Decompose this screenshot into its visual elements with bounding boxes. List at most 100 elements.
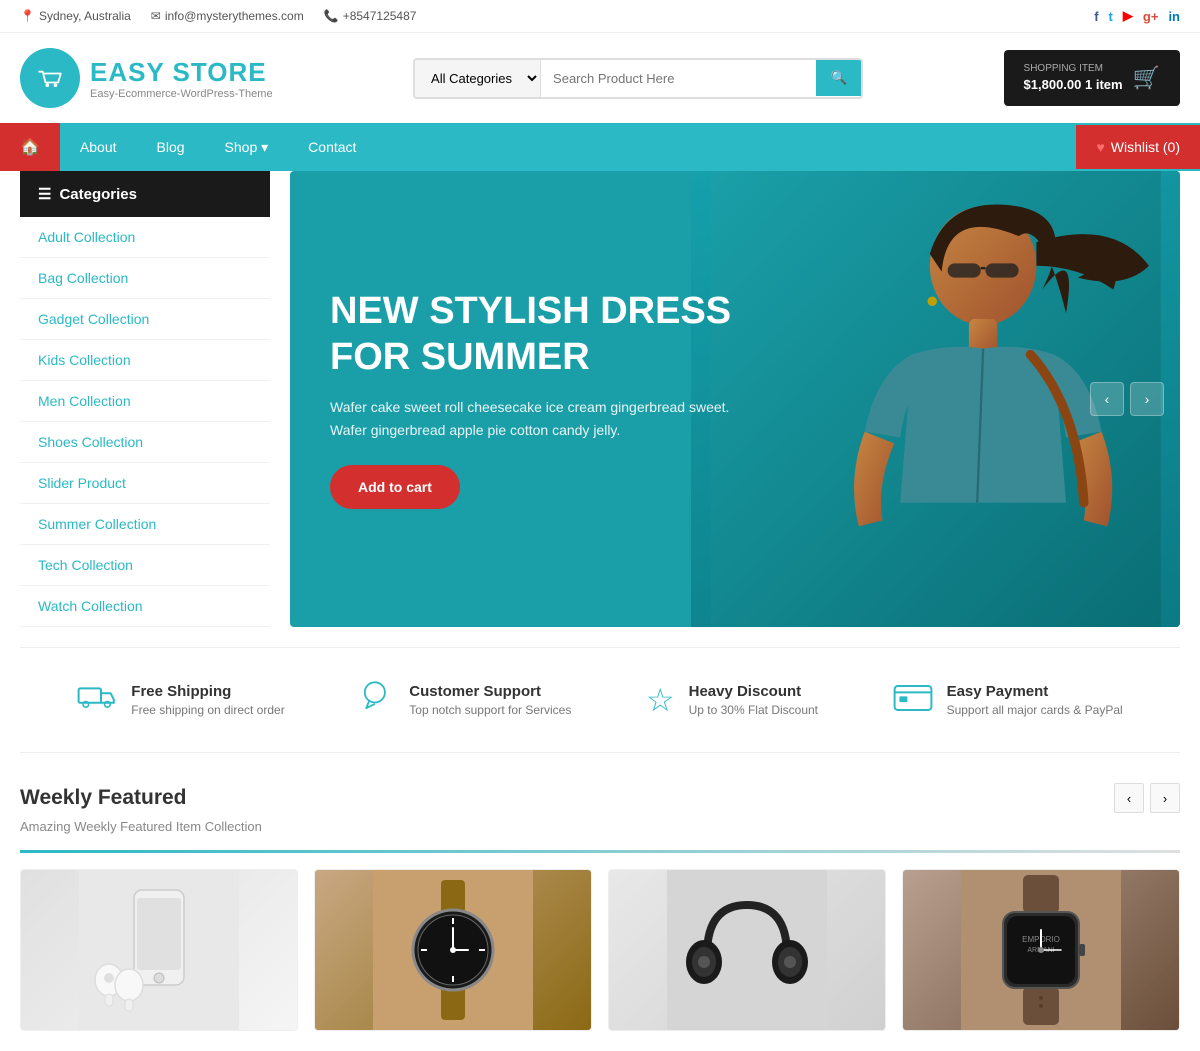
heart-icon: ♥ (1096, 139, 1104, 155)
youtube-link[interactable]: ▶ (1123, 8, 1133, 24)
feature-desc-support: Top notch support for Services (409, 703, 571, 717)
location-text: Sydney, Australia (39, 9, 131, 23)
search-bar: All Categories 🔍 (413, 58, 863, 99)
cart-info: SHOPPING ITEM $1,800.00 1 item (1024, 62, 1123, 94)
feature-desc-discount: Up to 30% Flat Discount (689, 703, 818, 717)
home-icon: 🏠 (20, 139, 40, 156)
main-nav: 🏠 About Blog Shop ▾ Contact ♥ Wishlist (… (0, 123, 1200, 171)
nav-blog[interactable]: Blog (137, 125, 205, 169)
wishlist-label: Wishlist (0) (1111, 139, 1180, 155)
email-icon: ✉ (151, 9, 161, 23)
logo-name: EASY STORE (90, 57, 273, 88)
hero-description: Wafer cake sweet roll cheesecake ice cre… (330, 396, 740, 441)
sidebar-link-gadget[interactable]: Gadget Collection (20, 299, 270, 339)
free-shipping-text: Free Shipping Free shipping on direct or… (131, 683, 284, 717)
sidebar-header: ☰ Categories (20, 171, 270, 217)
sidebar: ☰ Categories Adult Collection Bag Collec… (20, 171, 270, 627)
section-divider (20, 850, 1180, 853)
wishlist-link[interactable]: ♥ Wishlist (0) (1076, 125, 1200, 169)
weekly-next-button[interactable]: › (1150, 783, 1180, 813)
nav-wishlist[interactable]: ♥ Wishlist (0) (1076, 125, 1200, 169)
add-to-cart-button[interactable]: Add to cart (330, 465, 460, 509)
logo-text: EASY STORE Easy-Ecommerce-WordPress-Them… (90, 57, 273, 100)
product-image-3 (609, 870, 885, 1030)
hero-banner: NEW STYLISH DRESS FOR SUMMER Wafer cake … (290, 171, 1180, 627)
facebook-link[interactable]: f (1094, 9, 1098, 24)
product-card-1[interactable] (20, 869, 298, 1031)
nav-shop-label: Shop (225, 139, 258, 155)
location-icon: 📍 (20, 9, 35, 23)
phone-text: +8547125487 (343, 9, 417, 23)
product-svg-watch1 (373, 870, 533, 1030)
star-icon: ☆ (646, 681, 675, 719)
sidebar-item-gadget[interactable]: Gadget Collection (20, 299, 270, 340)
logo[interactable]: EASY STORE Easy-Ecommerce-WordPress-Them… (20, 48, 273, 108)
main-content: ☰ Categories Adult Collection Bag Collec… (0, 171, 1200, 627)
nav-shop[interactable]: Shop ▾ (205, 125, 289, 170)
sidebar-item-shoes[interactable]: Shoes Collection (20, 422, 270, 463)
feature-payment: Easy Payment Support all major cards & P… (893, 678, 1123, 722)
hero-title-line2: FOR SUMMER (330, 336, 590, 378)
hero-content: NEW STYLISH DRESS FOR SUMMER Wafer cake … (290, 249, 780, 549)
product-image-1 (21, 870, 297, 1030)
category-select[interactable]: All Categories (415, 60, 541, 97)
sidebar-item-kids[interactable]: Kids Collection (20, 340, 270, 381)
sidebar-link-shoes[interactable]: Shoes Collection (20, 422, 270, 462)
email-text: info@mysterythemes.com (165, 9, 304, 23)
cart-amount: $1,800.00 (1024, 77, 1082, 92)
feature-discount: ☆ Heavy Discount Up to 30% Flat Discount (646, 678, 818, 722)
top-bar: 📍 Sydney, Australia ✉ info@mysterythemes… (0, 0, 1200, 33)
location-info: 📍 Sydney, Australia (20, 9, 131, 23)
payment-text: Easy Payment Support all major cards & P… (947, 683, 1123, 717)
sidebar-item-adult[interactable]: Adult Collection (20, 217, 270, 258)
hero-next-button[interactable]: › (1130, 382, 1164, 416)
sidebar-link-adult[interactable]: Adult Collection (20, 217, 270, 257)
sidebar-link-kids[interactable]: Kids Collection (20, 340, 270, 380)
product-card-3[interactable] (608, 869, 886, 1031)
search-input[interactable] (541, 61, 816, 96)
customer-support-text: Customer Support Top notch support for S… (409, 683, 571, 717)
card-icon (893, 681, 933, 719)
sidebar-item-summer[interactable]: Summer Collection (20, 504, 270, 545)
sidebar-title: Categories (59, 186, 137, 203)
feature-title-shipping: Free Shipping (131, 683, 284, 700)
weekly-nav: ‹ › (1114, 783, 1180, 813)
top-bar-left: 📍 Sydney, Australia ✉ info@mysterythemes… (20, 9, 416, 23)
nav-about[interactable]: About (60, 125, 137, 169)
weekly-header: Weekly Featured ‹ › (20, 783, 1180, 813)
product-svg-phone (79, 870, 239, 1030)
sidebar-item-men[interactable]: Men Collection (20, 381, 270, 422)
product-card-2[interactable] (314, 869, 592, 1031)
nav-contact[interactable]: Contact (288, 125, 376, 169)
sidebar-link-men[interactable]: Men Collection (20, 381, 270, 421)
sidebar-link-bag[interactable]: Bag Collection (20, 258, 270, 298)
chevron-down-icon: ▾ (261, 139, 268, 155)
discount-text: Heavy Discount Up to 30% Flat Discount (689, 683, 818, 717)
product-card-4[interactable]: EMPORIO ARMANI (902, 869, 1180, 1031)
cart-button[interactable]: SHOPPING ITEM $1,800.00 1 item 🛒 (1004, 50, 1180, 106)
search-button[interactable]: 🔍 (816, 60, 861, 96)
linkedin-link[interactable]: in (1168, 9, 1180, 24)
social-links: f t ▶ g+ in (1094, 8, 1180, 24)
sidebar-link-summer[interactable]: Summer Collection (20, 504, 270, 544)
logo-icon (20, 48, 80, 108)
sidebar-link-slider[interactable]: Slider Product (20, 463, 270, 503)
google-link[interactable]: g+ (1143, 9, 1159, 24)
sidebar-item-watch[interactable]: Watch Collection (20, 586, 270, 627)
weekly-prev-button[interactable]: ‹ (1114, 783, 1144, 813)
site-header: EASY STORE Easy-Ecommerce-WordPress-Them… (0, 33, 1200, 123)
product-image-4: EMPORIO ARMANI (903, 870, 1179, 1030)
nav-home-button[interactable]: 🏠 (0, 123, 60, 171)
search-icon: 🔍 (830, 70, 847, 85)
sidebar-link-tech[interactable]: Tech Collection (20, 545, 270, 585)
product-svg-watch2: EMPORIO ARMANI (961, 870, 1121, 1030)
sidebar-item-slider[interactable]: Slider Product (20, 463, 270, 504)
hero-prev-button[interactable]: ‹ (1090, 382, 1124, 416)
twitter-link[interactable]: t (1109, 9, 1113, 24)
sidebar-item-bag[interactable]: Bag Collection (20, 258, 270, 299)
sidebar-link-watch[interactable]: Watch Collection (20, 586, 270, 626)
sidebar-item-tech[interactable]: Tech Collection (20, 545, 270, 586)
cart-items: 1 item (1085, 77, 1123, 92)
feature-free-shipping: Free Shipping Free shipping on direct or… (77, 678, 284, 722)
weekly-title: Weekly Featured (20, 786, 187, 810)
